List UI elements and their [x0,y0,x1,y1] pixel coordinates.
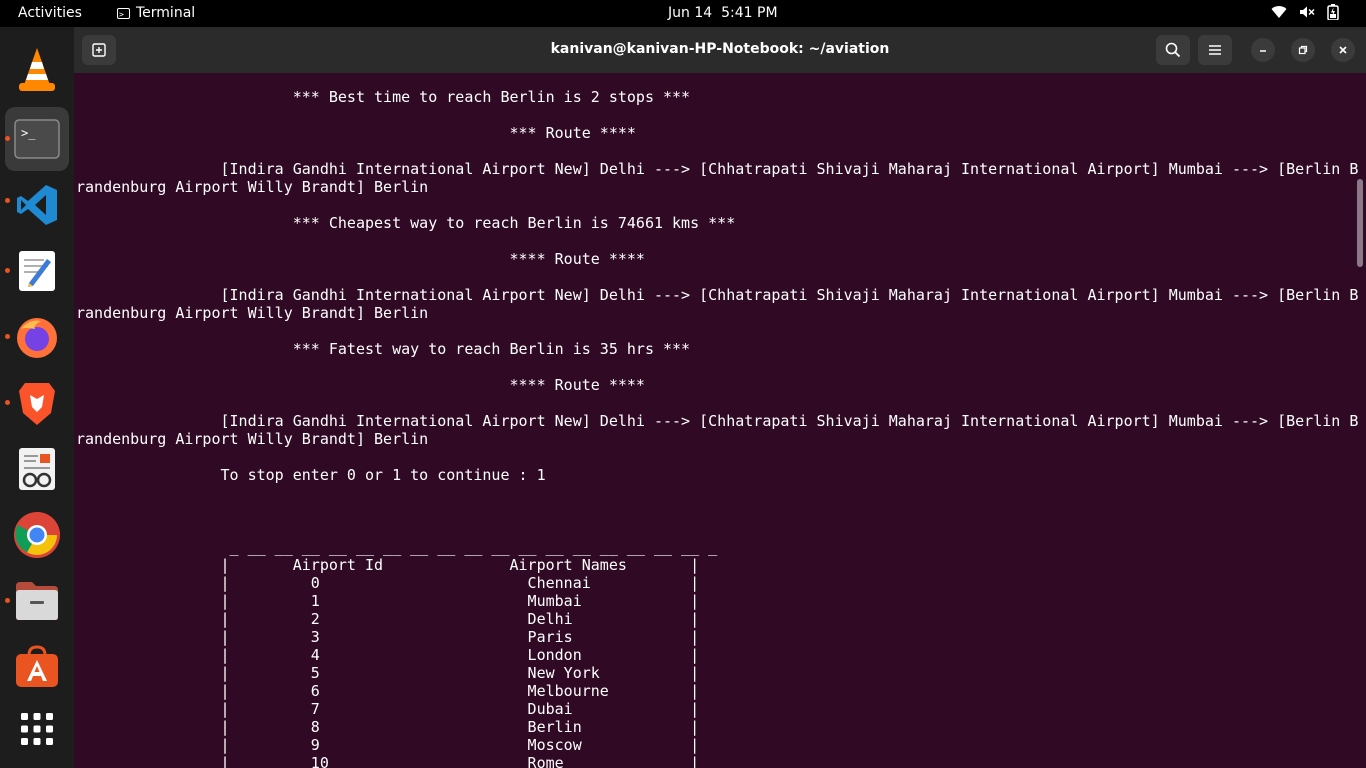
terminal-line: *** Best time to reach Berlin is 2 stops… [76,88,691,106]
terminal-line: | 5 New York | [76,664,700,682]
files-icon [16,582,58,620]
dock-item-show-apps[interactable] [5,697,69,761]
document-viewer-icon [19,448,55,490]
search-icon [1165,42,1181,58]
dock-item-text-editor[interactable] [5,239,69,303]
hamburger-menu-icon [1209,45,1221,55]
terminal-line: **** Route **** [76,250,645,268]
files-running-indicator [5,598,10,603]
terminal-line: *** Route **** [76,124,636,142]
top-bar: Activities >_ Terminal Jun 14 5:41 PM [0,0,1366,27]
clock-time: 5:41 PM [721,5,778,21]
terminal-line: | 9 Moscow | [76,736,700,754]
dock-item-terminal[interactable]: >_ [5,107,69,171]
show-apps-icon [21,713,53,745]
wifi-icon [1271,6,1287,19]
dock: >_ [0,27,74,768]
terminal-line: [Indira Gandhi International Airport New… [76,286,1359,304]
dock-item-document-viewer[interactable] [5,437,69,501]
terminal-line: **** Route **** [76,376,645,394]
clock[interactable]: Jun 14 5:41 PM [668,5,778,21]
terminal-line: | Airport Id Airport Names | [76,556,700,574]
text-editor-running-indicator [5,268,10,273]
battery-charging-icon [1327,4,1339,20]
minimize-button[interactable] [1251,38,1275,62]
dock-item-app-center[interactable] [5,635,69,699]
brave-icon [19,383,55,425]
activities-button[interactable]: Activities [18,5,82,21]
text-editor-icon [19,251,55,291]
terminal-line: | 6 Melbourne | [76,682,700,700]
dock-item-chrome[interactable] [5,503,69,567]
firefox-running-indicator [5,334,10,339]
app-menu-label: Terminal [136,5,196,21]
terminal-line: [Indira Gandhi International Airport New… [76,160,1359,178]
close-icon [1339,46,1347,54]
terminal-line: | 2 Delhi | [76,610,700,628]
firefox-icon [17,318,57,358]
brave-running-indicator [5,400,10,405]
chrome-icon [14,512,60,558]
menu-button[interactable] [1198,35,1232,65]
terminal-line: To stop enter 0 or 1 to continue : 1 [76,466,546,484]
app-menu[interactable]: >_ Terminal [117,5,195,21]
vlc-icon [19,48,55,91]
dock-item-firefox[interactable] [5,305,69,369]
dock-item-files[interactable] [5,569,69,633]
minimize-icon [1260,50,1266,52]
terminal-line: | 7 Dubai | [76,700,700,718]
dock-item-brave[interactable] [5,371,69,435]
terminal-line: randenburg Airport Willy Brandt] Berlin [76,178,429,196]
terminal-running-indicator [5,136,10,141]
vscode-icon [17,185,57,225]
maximize-button[interactable] [1291,38,1315,62]
terminal-line: [Indira Gandhi International Airport New… [76,412,1359,430]
window-header[interactable]: kanivan@kanivan-HP-Notebook: ~/aviation [74,27,1366,73]
terminal-line: | 3 Paris | [76,628,700,646]
terminal-output[interactable]: *** Best time to reach Berlin is 2 stops… [74,73,1366,768]
terminal-line: | 0 Chennai | [76,574,700,592]
app-center-icon [16,645,58,687]
clock-date: Jun 14 [668,5,713,21]
terminal-text[interactable]: *** Best time to reach Berlin is 2 stops… [76,88,1358,768]
terminal-line: | 4 London | [76,646,700,664]
terminal-line: *** Cheapest way to reach Berlin is 7466… [76,214,736,232]
terminal-line: randenburg Airport Willy Brandt] Berlin [76,430,429,448]
vscode-running-indicator [5,198,10,203]
dock-item-vscode[interactable] [5,173,69,237]
terminal-line: *** Fatest way to reach Berlin is 35 hrs… [76,340,691,358]
terminal-line: | 10 Rome | [76,754,700,768]
volume-muted-icon [1300,6,1315,18]
restore-icon [1298,45,1308,55]
terminal-line: | 8 Berlin | [76,718,700,736]
search-button[interactable] [1156,35,1190,65]
scrollbar[interactable] [1357,179,1363,267]
terminal-line: randenburg Airport Willy Brandt] Berlin [76,304,429,322]
terminal-icon: >_ [14,119,60,159]
svg-text:>_: >_ [21,126,36,140]
terminal-line: | 1 Mumbai | [76,592,700,610]
dock-item-vlc[interactable] [5,37,69,101]
terminal-app-icon: >_ [117,7,130,19]
system-tray[interactable] [1271,4,1339,20]
terminal-line: _ __ __ __ __ __ __ __ __ __ __ __ __ __… [76,538,718,556]
close-button[interactable] [1331,38,1355,62]
